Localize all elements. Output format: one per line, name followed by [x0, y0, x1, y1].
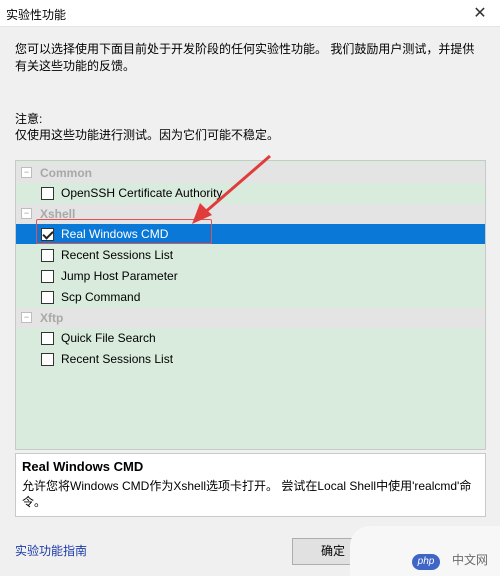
checkbox[interactable] — [41, 332, 54, 345]
watermark: php 中文网 — [350, 526, 500, 576]
tree-item-label: OpenSSH Certificate Authority — [61, 186, 223, 200]
checkbox[interactable] — [41, 353, 54, 366]
checkbox[interactable] — [41, 291, 54, 304]
tree-item-jump-host-parameter[interactable]: Jump Host Parameter — [16, 266, 485, 286]
tree-group-label: Xftp — [40, 311, 64, 325]
collapse-icon[interactable]: − — [21, 312, 32, 323]
note-label: 注意: — [15, 112, 43, 126]
collapse-icon[interactable]: − — [21, 208, 32, 219]
checkbox[interactable] — [41, 270, 54, 283]
close-icon[interactable]: ✕ — [460, 0, 500, 26]
annotation-highlight-box — [36, 219, 212, 244]
watermark-text: 中文网 — [451, 553, 488, 567]
tree-item-quick-file-search[interactable]: Quick File Search — [16, 328, 485, 348]
checkbox[interactable] — [41, 249, 54, 262]
watermark-logo-badge: php — [412, 554, 440, 570]
tree-item-recent-sessions-list[interactable]: Recent Sessions List — [16, 245, 485, 265]
title-bar: 实验性功能 ✕ — [0, 0, 500, 27]
tree-item-label: Recent Sessions List — [61, 352, 174, 366]
window-title: 实验性功能 — [6, 8, 67, 22]
tree-item-label: Quick File Search — [61, 331, 156, 345]
experimental-guide-link[interactable]: 实验功能指南 — [15, 542, 87, 559]
info-title: Real Windows CMD — [22, 459, 144, 474]
note-text: 仅使用这些功能进行测试。因为它们可能不稳定。 — [15, 128, 280, 142]
tree-item-openssh-certificate-authority[interactable]: OpenSSH Certificate Authority — [16, 183, 485, 203]
tree-item-label: Recent Sessions List — [61, 248, 174, 262]
tree-group-common[interactable]: − Common — [16, 163, 485, 183]
collapse-icon[interactable]: − — [21, 167, 32, 178]
tree-item-label: Scp Command — [61, 290, 141, 304]
tree-group-xftp[interactable]: − Xftp — [16, 308, 485, 328]
feature-info-panel: Real Windows CMD 允许您将Windows CMD作为Xshell… — [15, 453, 486, 517]
info-description: 允许您将Windows CMD作为Xshell选项卡打开。 尝试在Local S… — [22, 479, 472, 509]
tree-item-recent-sessions-list-xftp[interactable]: Recent Sessions List — [16, 349, 485, 369]
tree-item-label: Jump Host Parameter — [61, 269, 178, 283]
feature-tree: − Common OpenSSH Certificate Authority −… — [15, 160, 486, 450]
tree-item-scp-command[interactable]: Scp Command — [16, 287, 485, 307]
tree-group-label: Common — [40, 166, 92, 180]
description-text: 您可以选择使用下面目前处于开发阶段的任何实验性功能。 我们鼓励用户测试，并提供有… — [15, 42, 475, 73]
checkbox[interactable] — [41, 187, 54, 200]
